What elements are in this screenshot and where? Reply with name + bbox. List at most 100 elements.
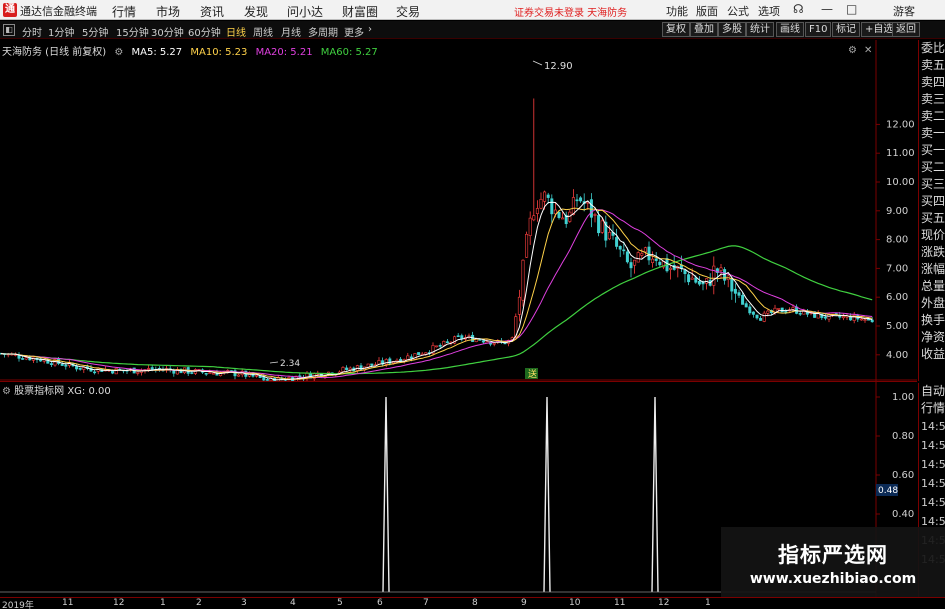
overlay-button[interactable]: 叠加 (690, 22, 718, 37)
candle-body[interactable] (492, 342, 496, 345)
candle-body[interactable] (737, 292, 741, 296)
candle-body[interactable] (633, 259, 637, 266)
candle-body[interactable] (208, 372, 212, 375)
candle-body[interactable] (539, 198, 543, 209)
candle-body[interactable] (748, 306, 752, 314)
candle-body[interactable] (719, 267, 723, 271)
candle-body[interactable] (741, 295, 745, 305)
period-30min[interactable]: 30分钟 (151, 24, 184, 39)
candle-body[interactable] (600, 220, 604, 233)
mark-button[interactable]: 标记 (832, 22, 860, 37)
candle-body[interactable] (150, 367, 154, 371)
candle-body[interactable] (697, 281, 701, 285)
candle-body[interactable] (442, 340, 446, 346)
close-icon[interactable]: ✕ (864, 45, 872, 56)
candle-body[interactable] (766, 310, 770, 314)
candle-body[interactable] (651, 258, 655, 264)
period-more[interactable]: 更多 (344, 24, 364, 39)
candle-body[interactable] (561, 217, 565, 220)
menu-layout[interactable]: 版面 (696, 3, 718, 19)
legend-gear-icon[interactable]: ⚙ (114, 47, 123, 58)
candle-body[interactable] (114, 368, 118, 375)
candle-body[interactable] (784, 311, 788, 313)
candle-body[interactable] (625, 251, 629, 263)
candle-body[interactable] (870, 319, 874, 323)
candle-body[interactable] (237, 374, 241, 377)
candle-body[interactable] (535, 208, 539, 214)
candle-body[interactable] (579, 197, 583, 202)
candle-body[interactable] (93, 371, 97, 374)
candle-body[interactable] (712, 265, 716, 286)
indicator-gear-icon[interactable]: ⚙ (2, 386, 14, 397)
draw-button[interactable]: 画线 (776, 22, 804, 37)
candle-body[interactable] (593, 214, 597, 216)
candle-body[interactable] (618, 245, 622, 250)
candle-body[interactable] (690, 277, 694, 280)
menu-function[interactable]: 功能 (666, 3, 688, 19)
candle-body[interactable] (571, 197, 575, 215)
candle-body[interactable] (190, 372, 194, 374)
candle-body[interactable] (629, 262, 633, 269)
candle-body[interactable] (669, 267, 673, 270)
candle-body[interactable] (456, 335, 460, 338)
candle-body[interactable] (751, 311, 755, 315)
candle-body[interactable] (21, 358, 25, 360)
candle-body[interactable] (859, 318, 863, 321)
menu-hq[interactable]: 行情 (112, 3, 136, 20)
candle-body[interactable] (597, 215, 601, 234)
candle-body[interactable] (525, 234, 529, 258)
candle-body[interactable] (643, 247, 647, 253)
minimize-icon[interactable]: — (821, 2, 833, 16)
candle-body[interactable] (759, 318, 763, 321)
f10-button[interactable]: F10 (805, 22, 832, 37)
candle-body[interactable] (755, 314, 759, 319)
period-60min[interactable]: 60分钟 (188, 24, 221, 39)
adjust-button[interactable]: 复权 (662, 22, 690, 37)
candle-body[interactable] (777, 308, 781, 310)
candle-body[interactable] (445, 341, 449, 344)
menu-options[interactable]: 选项 (758, 3, 780, 19)
candle-body[interactable] (417, 352, 421, 356)
period-day[interactable]: 日线 (226, 24, 246, 39)
maximize-icon[interactable]: □ (846, 2, 857, 16)
candle-body[interactable] (532, 215, 536, 221)
candle-body[interactable] (654, 258, 658, 261)
candle-body[interactable] (528, 217, 532, 236)
login-warning[interactable]: 证券交易未登录 天海防务 (514, 4, 627, 19)
candle-body[interactable] (744, 303, 748, 308)
menu-discover[interactable]: 发现 (244, 3, 268, 20)
candle-body[interactable] (607, 232, 611, 240)
candle-body[interactable] (762, 312, 766, 322)
candle-body[interactable] (841, 316, 845, 319)
candle-body[interactable] (575, 199, 579, 202)
candle-body[interactable] (791, 307, 795, 310)
candle-body[interactable] (60, 363, 64, 366)
candle-body[interactable] (481, 340, 485, 343)
menu-formula[interactable]: 公式 (727, 3, 749, 19)
candle-body[interactable] (409, 356, 413, 359)
candle-body[interactable] (543, 191, 547, 202)
headset-icon[interactable]: ☊ (793, 2, 804, 16)
menu-market[interactable]: 市场 (156, 3, 180, 20)
candle-body[interactable] (460, 335, 464, 340)
candle-body[interactable] (78, 367, 82, 370)
period-multi[interactable]: 多周期 (308, 24, 338, 39)
period-month[interactable]: 月线 (281, 24, 301, 39)
candle-body[interactable] (823, 316, 827, 319)
period-15min[interactable]: 15分钟 (116, 24, 149, 39)
menu-wealth[interactable]: 财富圈 (342, 3, 378, 20)
candle-body[interactable] (798, 312, 802, 315)
more-chevron-icon[interactable]: › (368, 24, 372, 35)
candle-body[interactable] (683, 269, 687, 275)
guest-button[interactable]: 游客 (893, 3, 915, 19)
period-week[interactable]: 周线 (253, 24, 273, 39)
candle-body[interactable] (147, 368, 151, 370)
multi-stock-button[interactable]: 多股 (718, 22, 746, 37)
candle-body[interactable] (478, 339, 482, 341)
candle-body[interactable] (517, 296, 521, 315)
candle-body[interactable] (211, 372, 215, 375)
candle-body[interactable] (435, 345, 439, 348)
candle-body[interactable] (24, 357, 28, 360)
candle-body[interactable] (204, 372, 208, 375)
candle-body[interactable] (17, 355, 21, 359)
